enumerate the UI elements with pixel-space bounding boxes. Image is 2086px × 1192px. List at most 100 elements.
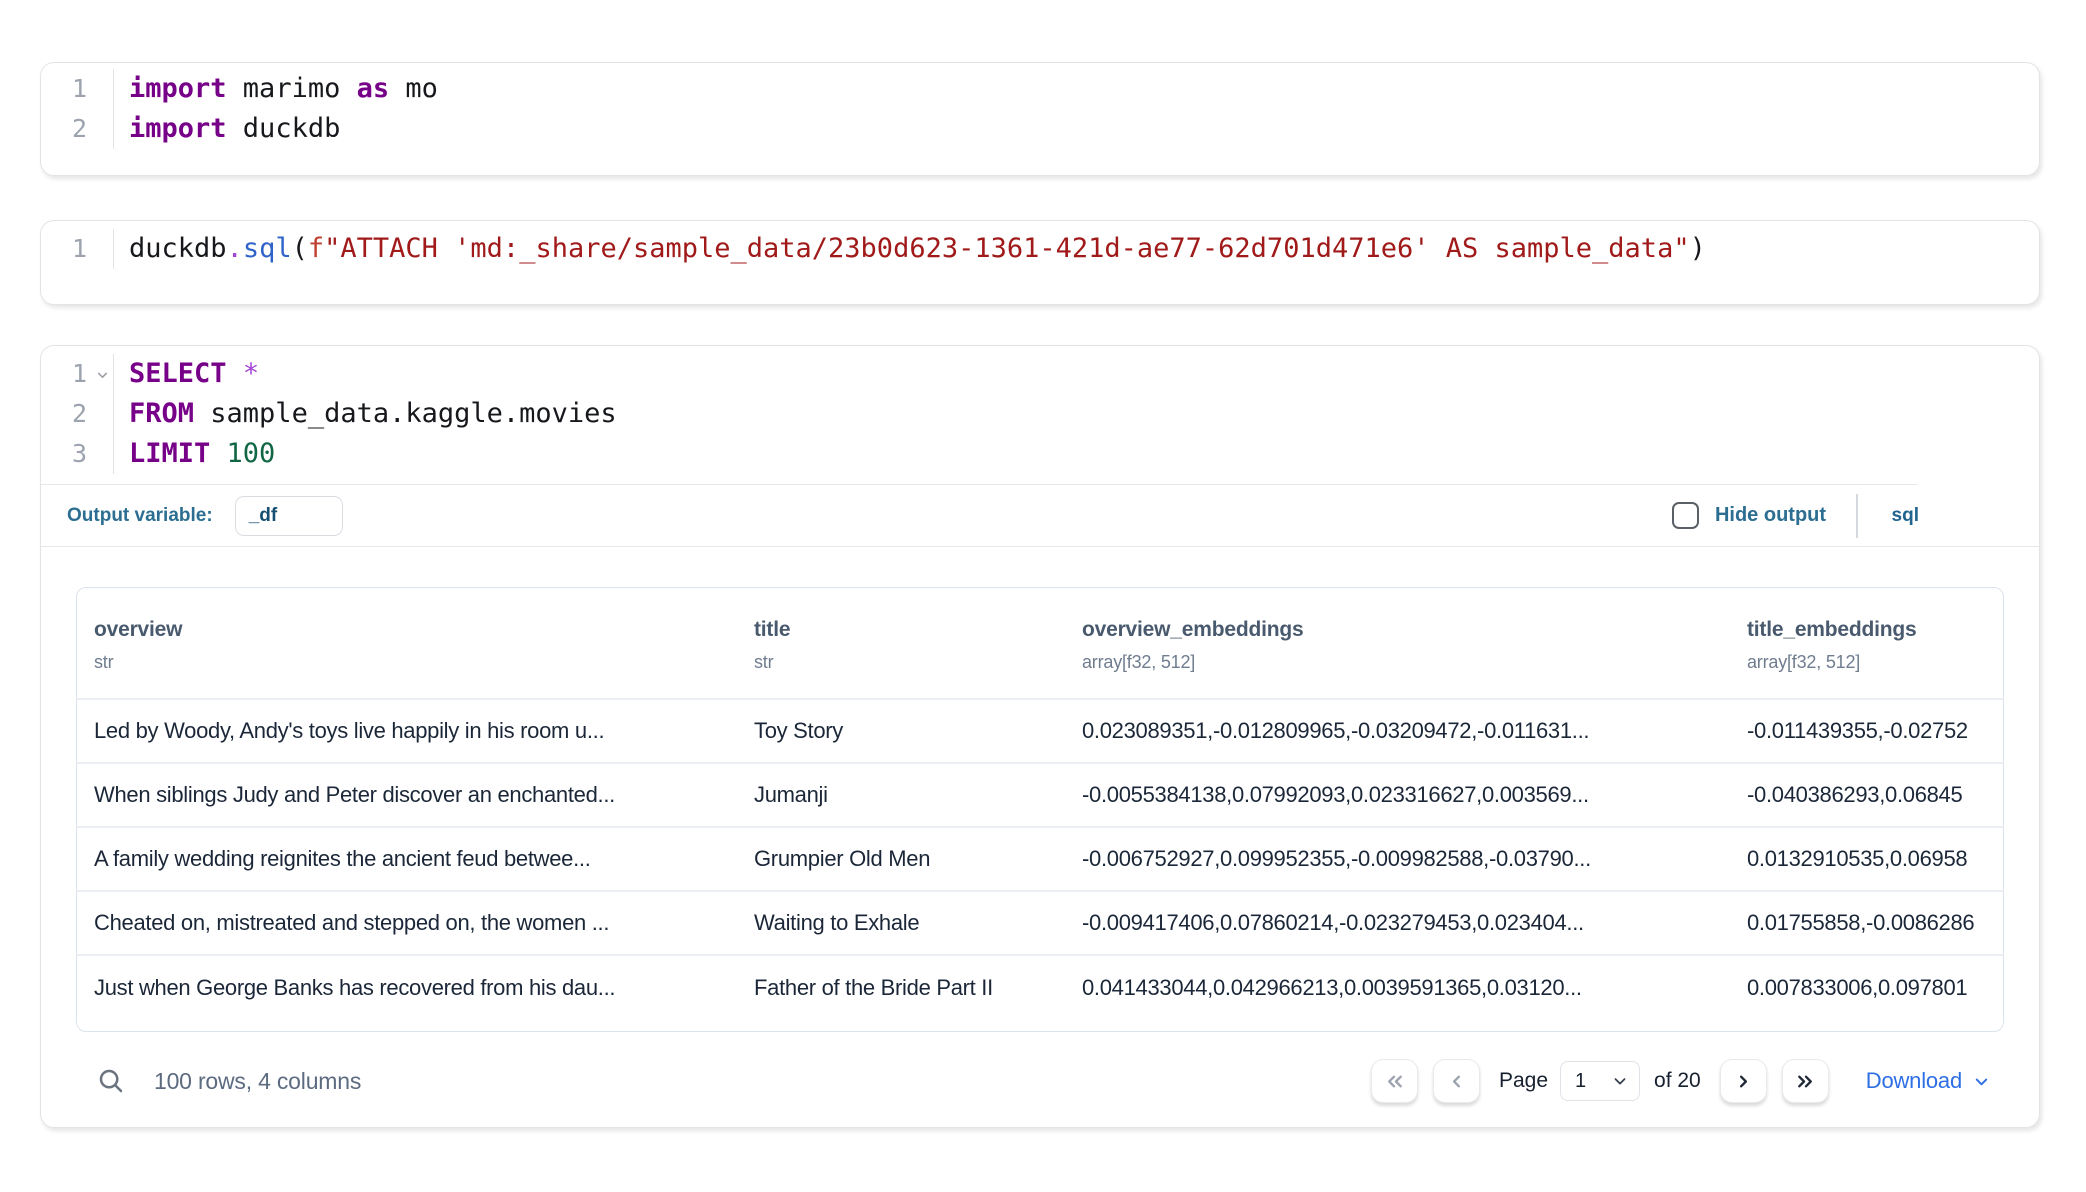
line-number: 2 <box>41 394 114 434</box>
last-page-button[interactable] <box>1782 1059 1829 1103</box>
hide-output-checkbox[interactable] <box>1672 502 1699 529</box>
chevron-down-icon <box>1972 1072 1991 1091</box>
code-line[interactable]: 1 duckdb.sql(f"ATTACH 'md:_share/sample_d… <box>41 229 2039 269</box>
table-body: Led by Woody, Andy's toys live happily i… <box>77 699 2003 1019</box>
table-cell: When siblings Judy and Peter discover an… <box>77 763 737 827</box>
page-total-label: of 20 <box>1654 1069 1701 1093</box>
table-cell: 0.0132910535,0.06958 <box>1730 827 2003 891</box>
notebook-cell-sql[interactable]: 1SELECT *2FROM sample_data.kaggle.movies… <box>40 345 2040 1128</box>
table-cell: -0.006752927,0.099952355,-0.009982588,-0… <box>1065 827 1730 891</box>
code-editor[interactable]: 1 duckdb.sql(f"ATTACH 'md:_share/sample_d… <box>41 221 2039 269</box>
vertical-divider <box>1856 494 1858 538</box>
column-header-title[interactable]: title str <box>737 588 1065 699</box>
page-select[interactable]: 1 <box>1560 1061 1640 1101</box>
line-number: 1 <box>41 69 114 109</box>
code-token: 100 <box>227 438 276 469</box>
table-row[interactable]: A family wedding reignites the ancient f… <box>77 827 2003 891</box>
next-page-button[interactable] <box>1720 1059 1767 1103</box>
code-token: LIMIT <box>129 438 210 469</box>
code-token: FROM <box>129 398 194 429</box>
code-token: duckdb <box>129 233 227 264</box>
page-indicator: Page 1 of 20 <box>1499 1061 1701 1101</box>
table-cell: A family wedding reignites the ancient f… <box>77 827 737 891</box>
code-line[interactable]: 3 LIMIT 100 <box>41 434 2039 474</box>
table-row[interactable]: Just when George Banks has recovered fro… <box>77 955 2003 1019</box>
column-name: title_embeddings <box>1747 618 1995 642</box>
dataframe-table: overview str title str overview_embeddingsar… <box>77 588 2003 1019</box>
code-token: duckdb <box>227 113 341 144</box>
code-editor[interactable]: 1 import marimo as mo 2import duckdb <box>41 63 2039 149</box>
code-token: "ATTACH 'md:_share/sample_data/23b0d623-… <box>324 233 1689 264</box>
column-type: str <box>754 652 1057 673</box>
table-cell: Waiting to Exhale <box>737 891 1065 955</box>
column-name: overview <box>94 618 729 642</box>
chevron-left-icon <box>1445 1070 1468 1093</box>
page-label: Page <box>1499 1069 1548 1093</box>
previous-page-button[interactable] <box>1433 1059 1480 1103</box>
code-token: . <box>227 233 243 264</box>
line-number: 3 <box>41 434 114 474</box>
column-name: overview_embeddings <box>1082 618 1722 642</box>
table-cell: Father of the Bride Part II <box>737 955 1065 1019</box>
pagination: Page 1 of 20 Downlo <box>1371 1059 1991 1103</box>
code-token: mo <box>389 73 438 104</box>
column-type: str <box>94 652 729 673</box>
code-token: f <box>308 233 324 264</box>
dataframe-table-container[interactable]: overview str title str overview_embeddingsar… <box>76 587 2004 1032</box>
code-text: FROM sample_data.kaggle.movies <box>129 394 617 434</box>
download-button[interactable]: Download <box>1866 1068 1991 1094</box>
code-line[interactable]: 1SELECT * <box>41 354 2039 394</box>
column-type: array[f32, 512] <box>1082 652 1722 673</box>
chevron-right-icon <box>1732 1070 1755 1093</box>
code-token: marimo <box>227 73 357 104</box>
code-text: SELECT * <box>129 354 259 394</box>
fold-chevron-icon[interactable] <box>95 368 110 383</box>
table-row[interactable]: Led by Woody, Andy's toys live happily i… <box>77 699 2003 763</box>
line-number: 1 <box>41 229 114 269</box>
table-row[interactable]: Cheated on, mistreated and stepped on, t… <box>77 891 2003 955</box>
code-token: import <box>129 113 227 144</box>
table-header-row: overview str title str overview_embeddingsar… <box>77 588 2003 699</box>
column-name: title <box>754 618 1057 642</box>
code-line[interactable]: 2import duckdb <box>41 109 2039 149</box>
table-cell: Cheated on, mistreated and stepped on, t… <box>77 891 737 955</box>
double-chevron-left-icon <box>1383 1070 1406 1093</box>
table-cell: Just when George Banks has recovered fro… <box>77 955 737 1019</box>
table-cell: -0.009417406,0.07860214,-0.023279453,0.0… <box>1065 891 1730 955</box>
column-header-overview_embeddings[interactable]: overview_embeddings array[f32, 512] <box>1065 588 1730 699</box>
notebook-cell-imports[interactable]: 1 import marimo as mo 2import duckdb <box>40 62 2040 176</box>
first-page-button[interactable] <box>1371 1059 1418 1103</box>
code-token: ( <box>292 233 308 264</box>
output-variable-input[interactable]: _df <box>235 496 343 536</box>
code-token: sample_data.kaggle.movies <box>194 398 617 429</box>
search-icon[interactable] <box>96 1066 126 1096</box>
chevron-down-icon <box>1611 1072 1629 1090</box>
page-select-value: 1 <box>1575 1070 1611 1093</box>
hide-output-label[interactable]: Hide output <box>1715 504 1826 527</box>
cell-language-label[interactable]: sql <box>1892 505 1919 527</box>
code-line[interactable]: 1 import marimo as mo <box>41 69 2039 109</box>
column-header-title_embeddings[interactable]: title_embeddings array[f32, 512] <box>1730 588 2003 699</box>
table-cell: 0.023089351,-0.012809965,-0.03209472,-0.… <box>1065 699 1730 763</box>
column-header-overview[interactable]: overview str <box>77 588 737 699</box>
code-token <box>210 438 226 469</box>
table-cell: Toy Story <box>737 699 1065 763</box>
code-line[interactable]: 2 FROM sample_data.kaggle.movies <box>41 394 2039 434</box>
code-token: import <box>129 73 227 104</box>
table-row[interactable]: When siblings Judy and Peter discover an… <box>77 763 2003 827</box>
table-header: overview str title str overview_embeddingsar… <box>77 588 2003 699</box>
code-text: import duckdb <box>129 109 340 149</box>
column-type: array[f32, 512] <box>1747 652 1995 673</box>
code-text: duckdb.sql(f"ATTACH 'md:_share/sample_da… <box>129 229 1706 269</box>
code-token: as <box>357 73 390 104</box>
table-cell: -0.011439355,-0.02752 <box>1730 699 2003 763</box>
notebook-cell-attach[interactable]: 1 duckdb.sql(f"ATTACH 'md:_share/sample_d… <box>40 220 2040 305</box>
sql-code-editor[interactable]: 1SELECT *2 FROM sample_data.kaggle.movies… <box>41 346 2039 484</box>
table-cell: -0.040386293,0.06845 <box>1730 763 2003 827</box>
table-cell: Jumanji <box>737 763 1065 827</box>
code-token: ) <box>1690 233 1706 264</box>
row-count-summary: 100 rows, 4 columns <box>154 1068 361 1095</box>
table-cell: 0.007833006,0.097801 <box>1730 955 2003 1019</box>
code-token <box>227 358 243 389</box>
table-cell: 0.041433044,0.042966213,0.0039591365,0.0… <box>1065 955 1730 1019</box>
